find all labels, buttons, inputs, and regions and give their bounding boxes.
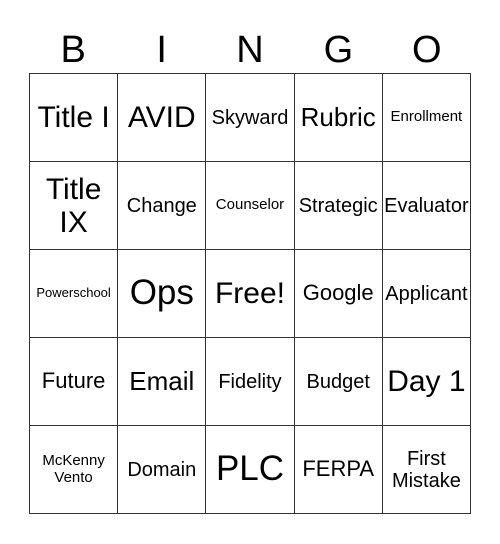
bingo-cell[interactable]: Fidelity (206, 338, 295, 426)
bingo-cell[interactable]: Future (30, 338, 119, 426)
bingo-cell[interactable]: Skyward (206, 74, 295, 162)
bingo-cell[interactable]: McKenny Vento (30, 426, 119, 514)
bingo-cell[interactable]: Powerschool (30, 250, 119, 338)
bingo-header: B I N G O (29, 28, 471, 73)
bingo-cell[interactable]: Strategic (294, 162, 383, 250)
bingo-cell[interactable]: Ops (118, 250, 207, 338)
header-letter-g: G (323, 29, 354, 71)
bingo-cell[interactable]: PLC (206, 426, 295, 514)
bingo-cell[interactable]: Evaluator (382, 162, 471, 250)
bingo-board: Title I AVID Skyward Rubric Enrollment T… (29, 73, 471, 514)
free-space-cell[interactable]: Free! (206, 250, 295, 338)
bingo-cell[interactable]: Enrollment (382, 74, 471, 162)
bingo-cell[interactable]: Counselor (206, 162, 295, 250)
bingo-cell[interactable]: Budget (294, 338, 383, 426)
bingo-cell[interactable]: First Mistake (382, 426, 471, 514)
bingo-cell[interactable]: Google (294, 250, 383, 338)
bingo-cell[interactable]: Email (118, 338, 207, 426)
bingo-cell[interactable]: Day 1 (382, 338, 471, 426)
bingo-cell[interactable]: Domain (118, 426, 207, 514)
bingo-cell[interactable]: FERPA (294, 426, 383, 514)
bingo-cell[interactable]: Title I (30, 74, 119, 162)
bingo-cell[interactable]: Change (118, 162, 207, 250)
header-letter-o: O (412, 29, 442, 71)
header-letter-i: I (156, 29, 167, 71)
header-letter-n: N (236, 29, 264, 71)
bingo-cell[interactable]: Rubric (294, 74, 383, 162)
bingo-cell[interactable]: Title IX (30, 162, 119, 250)
header-letter-b: B (60, 29, 86, 71)
bingo-cell[interactable]: Applicant (382, 250, 471, 338)
bingo-cell[interactable]: AVID (118, 74, 207, 162)
